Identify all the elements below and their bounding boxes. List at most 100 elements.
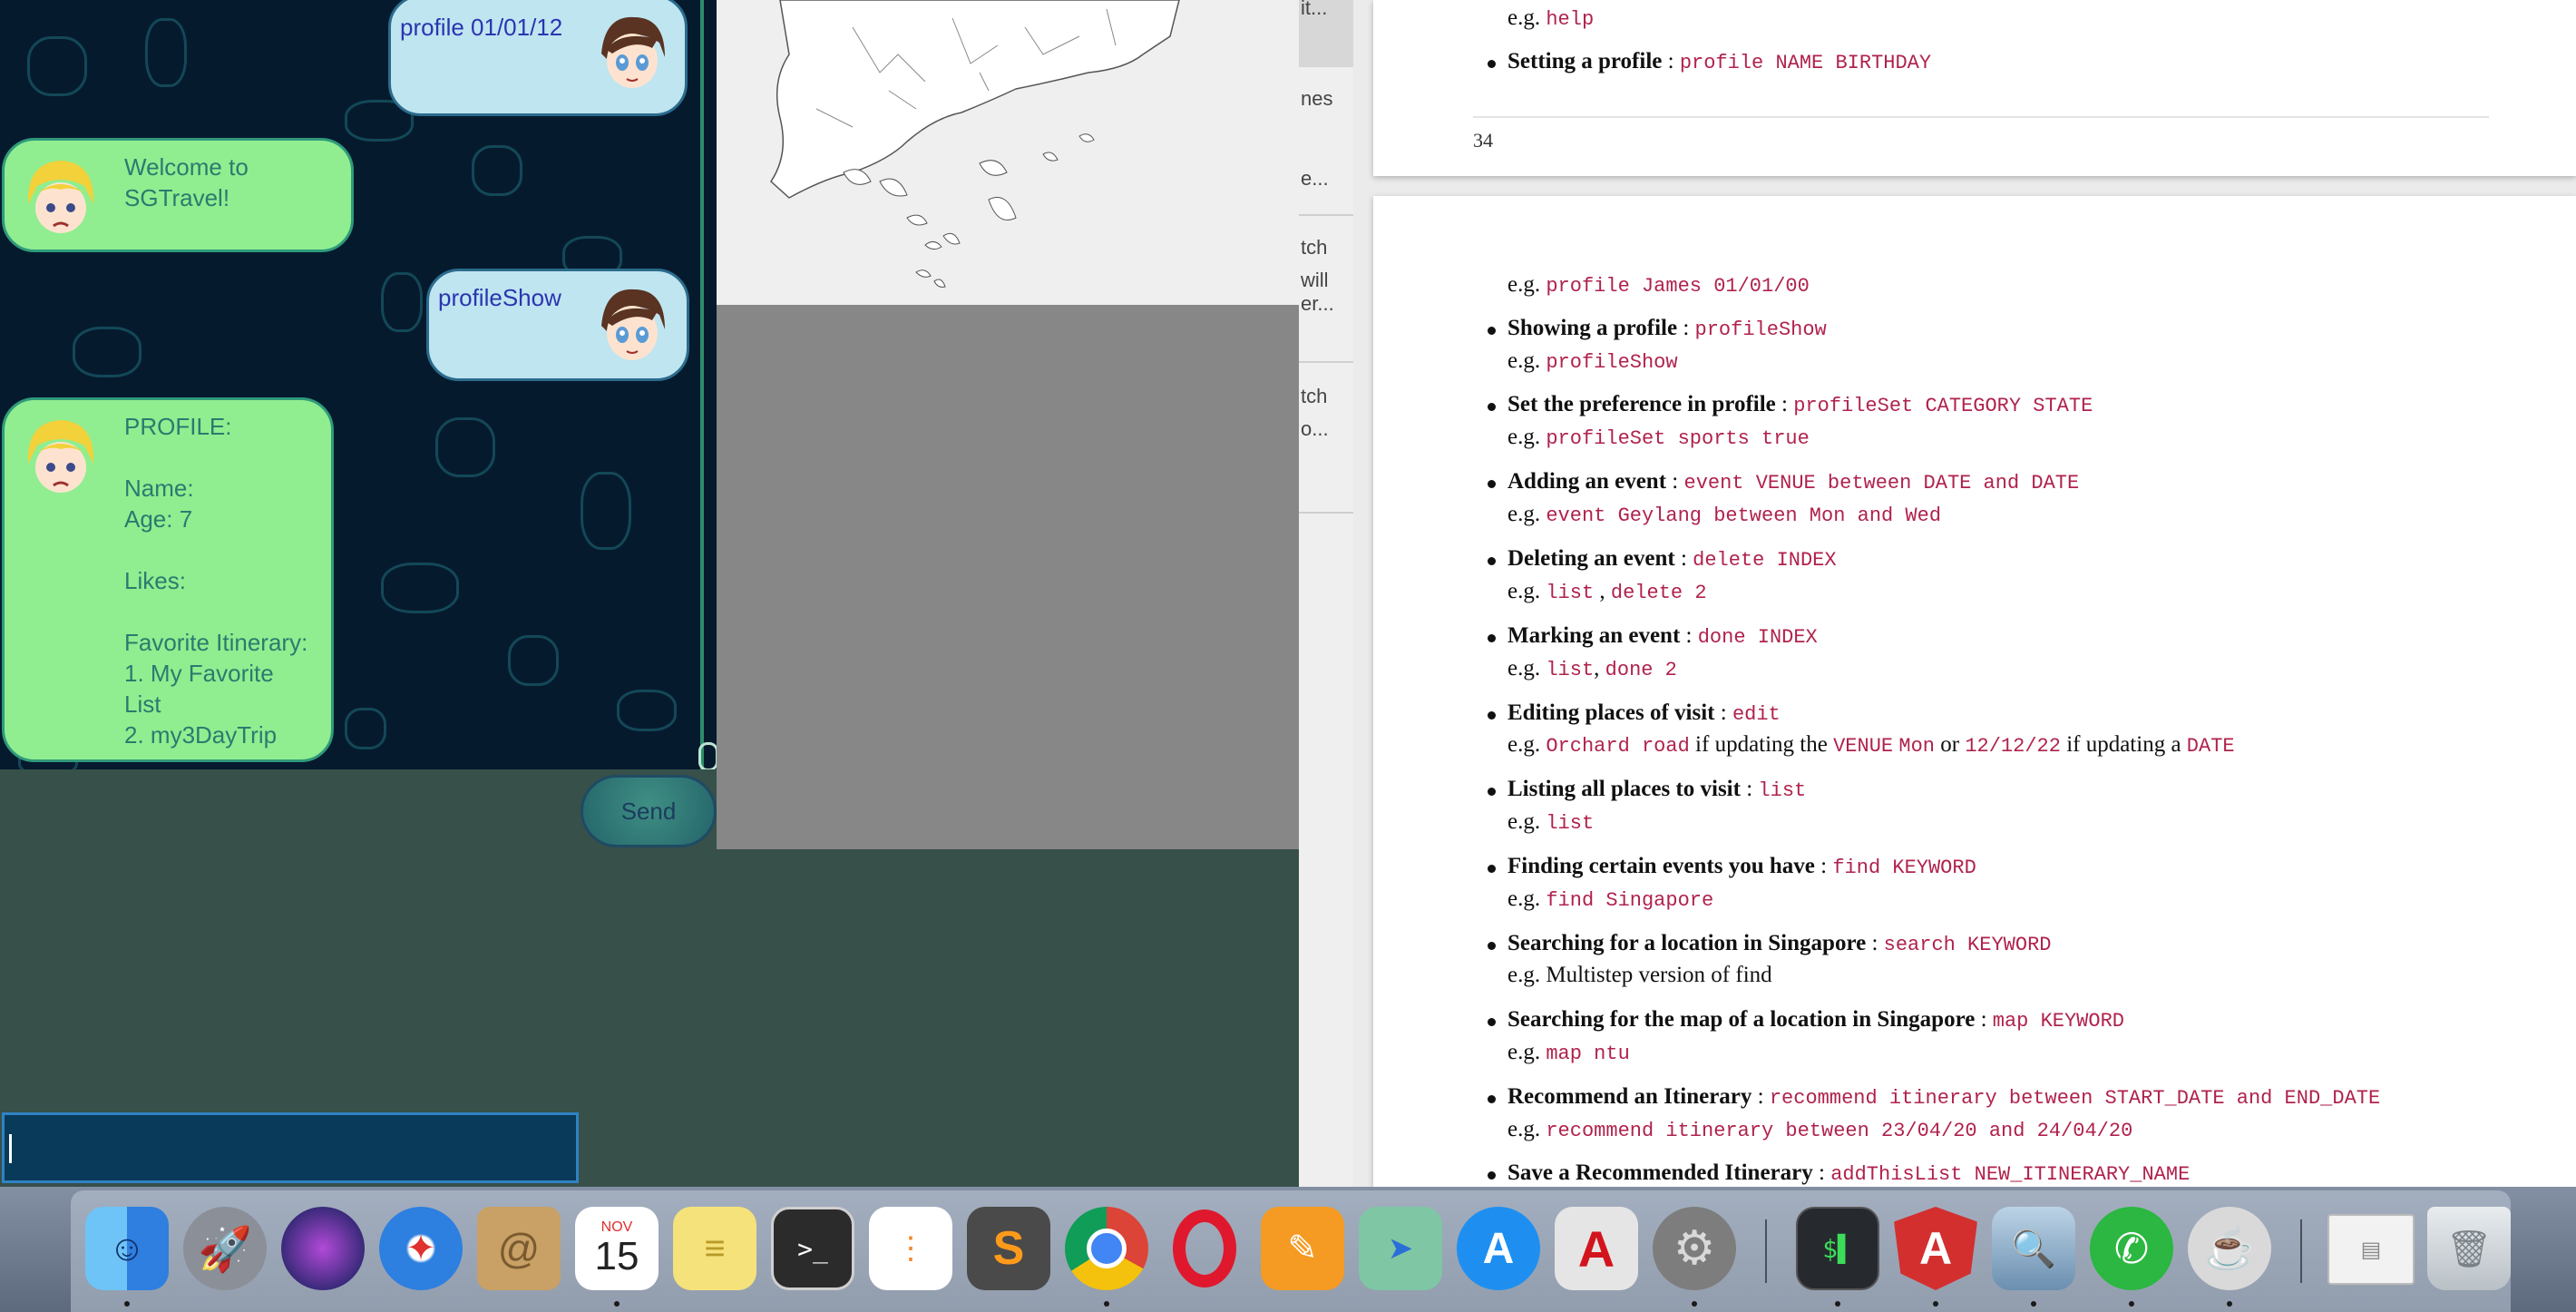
safari-icon[interactable]: ✦ [379, 1207, 463, 1290]
bullet-point [1488, 557, 1496, 565]
command-entry: Recommend an Itinerary : recommend itine… [1508, 1084, 2381, 1110]
bullet-point [1488, 865, 1496, 873]
app-store-icon[interactable]: A [1457, 1207, 1540, 1290]
command-example: e.g. event Geylang between Mon and Wed [1508, 502, 1942, 527]
command-entry: Set the preference in profile : profileS… [1508, 392, 2093, 417]
trash-icon[interactable]: 🗑 [2427, 1207, 2511, 1290]
bullet-point [1488, 1171, 1496, 1180]
footer-divider [1473, 116, 2489, 118]
calendar-icon[interactable]: NOV 15 [575, 1207, 659, 1290]
bullet-point [1488, 788, 1496, 796]
sublime-icon[interactable]: S [967, 1207, 1050, 1290]
message-text: profile 01/01/12 [400, 14, 563, 41]
running-indicator [1933, 1301, 1938, 1307]
whatsapp-icon[interactable]: ✆ [2090, 1207, 2173, 1290]
running-indicator [2129, 1301, 2134, 1307]
bullet-point [1488, 403, 1496, 411]
command-example: e.g. profile James 01/01/00 [1508, 272, 1810, 298]
list-text-fragment: tch [1301, 236, 1328, 259]
reminders-icon[interactable]: ⋮ [869, 1207, 952, 1290]
command-entry: Listing all places to visit : list [1508, 777, 1807, 802]
command-example: e.g. help [1508, 5, 1595, 31]
command-example: e.g. Multistep version of find [1508, 963, 1772, 987]
command-entry: Showing a profile : profileShow [1508, 316, 1827, 341]
terminal2-icon[interactable]: $▌ [1796, 1207, 1879, 1290]
command-example: e.g. list [1508, 809, 1595, 835]
list-text-fragment: nes [1301, 87, 1333, 110]
bot-message-bubble: Welcome to SGTravel! [2, 138, 354, 252]
terminal-icon[interactable]: >_ [771, 1207, 854, 1290]
list-text-fragment: will [1301, 269, 1329, 291]
command-example: e.g. recommend itinerary between 23/04/2… [1508, 1117, 2133, 1142]
list-text-fragment: it... [1301, 0, 1328, 19]
singapore-map[interactable] [717, 0, 1299, 305]
message-text: PROFILE: Name: Age: 7 Likes: Favorite It… [124, 413, 308, 749]
maps-icon[interactable]: ➤ [1359, 1207, 1442, 1290]
running-indicator [614, 1301, 620, 1307]
command-example: e.g. Orchard road if updating the VENUE … [1508, 732, 2235, 758]
bullet-point [1488, 634, 1496, 642]
command-entry: Marking an event : done INDEX [1508, 623, 1818, 649]
bullet-point [1488, 711, 1496, 720]
map-placeholder [717, 305, 1299, 849]
chat-scrollbar-handle[interactable] [698, 742, 718, 771]
command-example: e.g. profileShow [1508, 348, 1678, 374]
command-entry: Setting a profile : profile NAME BIRTHDA… [1508, 49, 1932, 74]
list-text-fragment: tch [1301, 385, 1328, 407]
running-indicator [1104, 1301, 1109, 1307]
chrome-icon[interactable] [1065, 1207, 1148, 1290]
script-editor-icon[interactable]: ☕ [2188, 1207, 2271, 1290]
running-indicator [1692, 1301, 1697, 1307]
list-text-fragment: o... [1301, 417, 1329, 440]
pdf-page [1373, 196, 2576, 1187]
command-entry: Editing places of visit : edit [1508, 700, 1781, 726]
command-entry: Deleting an event : delete INDEX [1508, 546, 1837, 572]
message-text: Welcome to SGTravel! [124, 153, 249, 211]
command-input[interactable] [2, 1112, 579, 1183]
bot-avatar [17, 413, 104, 500]
command-entry: Save a Recommended Itinerary : addThisLi… [1508, 1160, 2191, 1186]
list-text-fragment: e... [1301, 167, 1329, 190]
bullet-point [1488, 327, 1496, 335]
user-message-bubble: profile 01/01/12 [388, 0, 688, 116]
command-example: e.g. map ntu [1508, 1040, 1630, 1065]
command-entry: Searching for a location in Singapore : … [1508, 931, 2052, 956]
bullet-point [1488, 1018, 1496, 1026]
running-indicator [1835, 1301, 1840, 1307]
chat-pane-divider [700, 0, 704, 769]
acrobat-icon[interactable]: A [1555, 1207, 1638, 1290]
document-stack-icon[interactable]: ▤ [2327, 1214, 2415, 1285]
contacts-icon[interactable]: @ [477, 1207, 561, 1290]
opera-icon[interactable] [1163, 1207, 1246, 1290]
finder-icon[interactable]: ☺ [85, 1207, 169, 1290]
siri-icon[interactable] [281, 1207, 365, 1290]
notes-icon[interactable]: ≡ [673, 1207, 756, 1290]
command-example: e.g. list , delete 2 [1508, 579, 1707, 604]
running-indicator [2227, 1301, 2232, 1307]
user-avatar [589, 280, 676, 367]
command-example: e.g. find Singapore [1508, 886, 1714, 912]
background-panel [717, 849, 1299, 1187]
running-indicator [124, 1301, 130, 1307]
send-button[interactable]: Send [581, 775, 717, 847]
event-list-pane[interactable]: it... nes e... tch will er... tch o... [1299, 0, 1353, 1187]
list-text-fragment: er... [1301, 292, 1334, 315]
bullet-point [1488, 1095, 1496, 1103]
system-preferences-icon[interactable]: ⚙ [1653, 1207, 1736, 1290]
message-text: profileShow [438, 284, 561, 311]
bullet-point [1488, 480, 1496, 488]
calendar-day: 15 [594, 1234, 639, 1278]
command-entry: Finding certain events you have : find K… [1508, 854, 1976, 879]
command-example: e.g. profileSet sports true [1508, 425, 1810, 450]
dock-separator [1765, 1219, 1767, 1283]
command-example: e.g. list, done 2 [1508, 656, 1677, 681]
dock-separator [2300, 1219, 2302, 1283]
bot-message-bubble: PROFILE: Name: Age: 7 Likes: Favorite It… [2, 397, 334, 762]
preview-icon[interactable]: 🔍 [1992, 1207, 2075, 1290]
pages-icon[interactable]: ✎ [1261, 1207, 1344, 1290]
bullet-point [1488, 60, 1496, 68]
bot-avatar [17, 153, 104, 240]
launchpad-icon[interactable]: 🚀 [183, 1207, 267, 1290]
bullet-point [1488, 942, 1496, 950]
running-indicator [2031, 1301, 2036, 1307]
